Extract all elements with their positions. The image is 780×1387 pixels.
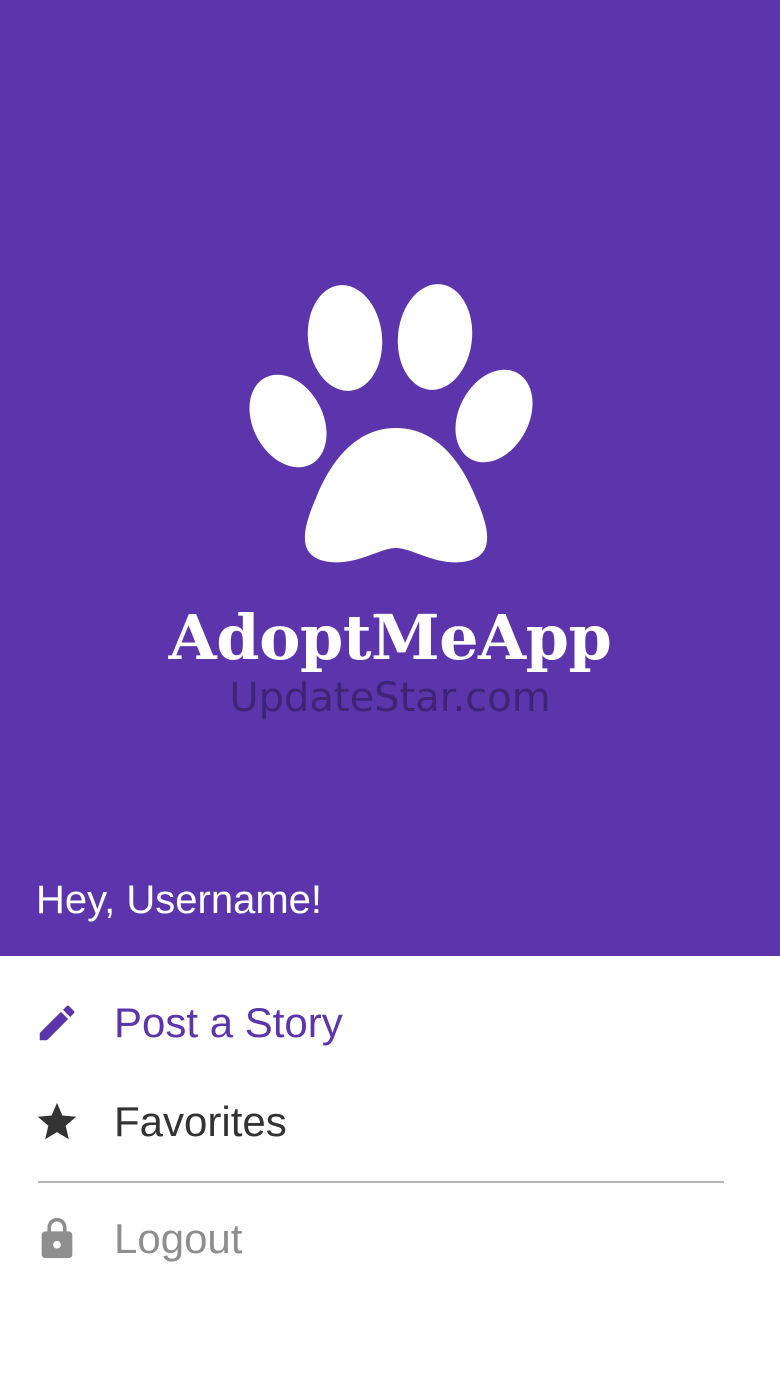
user-greeting: Hey, Username! xyxy=(36,878,323,922)
menu-item-favorites[interactable]: Favorites xyxy=(0,1074,780,1170)
lock-icon xyxy=(34,1216,80,1262)
menu-item-logout[interactable]: Logout xyxy=(0,1191,780,1287)
pencil-icon xyxy=(34,1000,80,1046)
menu-divider xyxy=(38,1181,724,1183)
menu-item-label: Favorites xyxy=(114,1098,287,1145)
app-name: AdoptMeApp xyxy=(168,601,612,674)
menu-item-post-a-story[interactable]: Post a Story xyxy=(0,975,780,1071)
navigation-drawer: AdoptMeApp UpdateStar.com Hey, Username!… xyxy=(0,0,780,1387)
watermark-text: UpdateStar.com xyxy=(229,675,551,721)
menu-item-label: Logout xyxy=(114,1215,243,1262)
star-icon xyxy=(34,1099,80,1145)
drawer-header: AdoptMeApp UpdateStar.com Hey, Username! xyxy=(0,0,780,956)
menu-item-label: Post a Story xyxy=(114,999,343,1046)
paw-print-icon xyxy=(249,284,533,563)
